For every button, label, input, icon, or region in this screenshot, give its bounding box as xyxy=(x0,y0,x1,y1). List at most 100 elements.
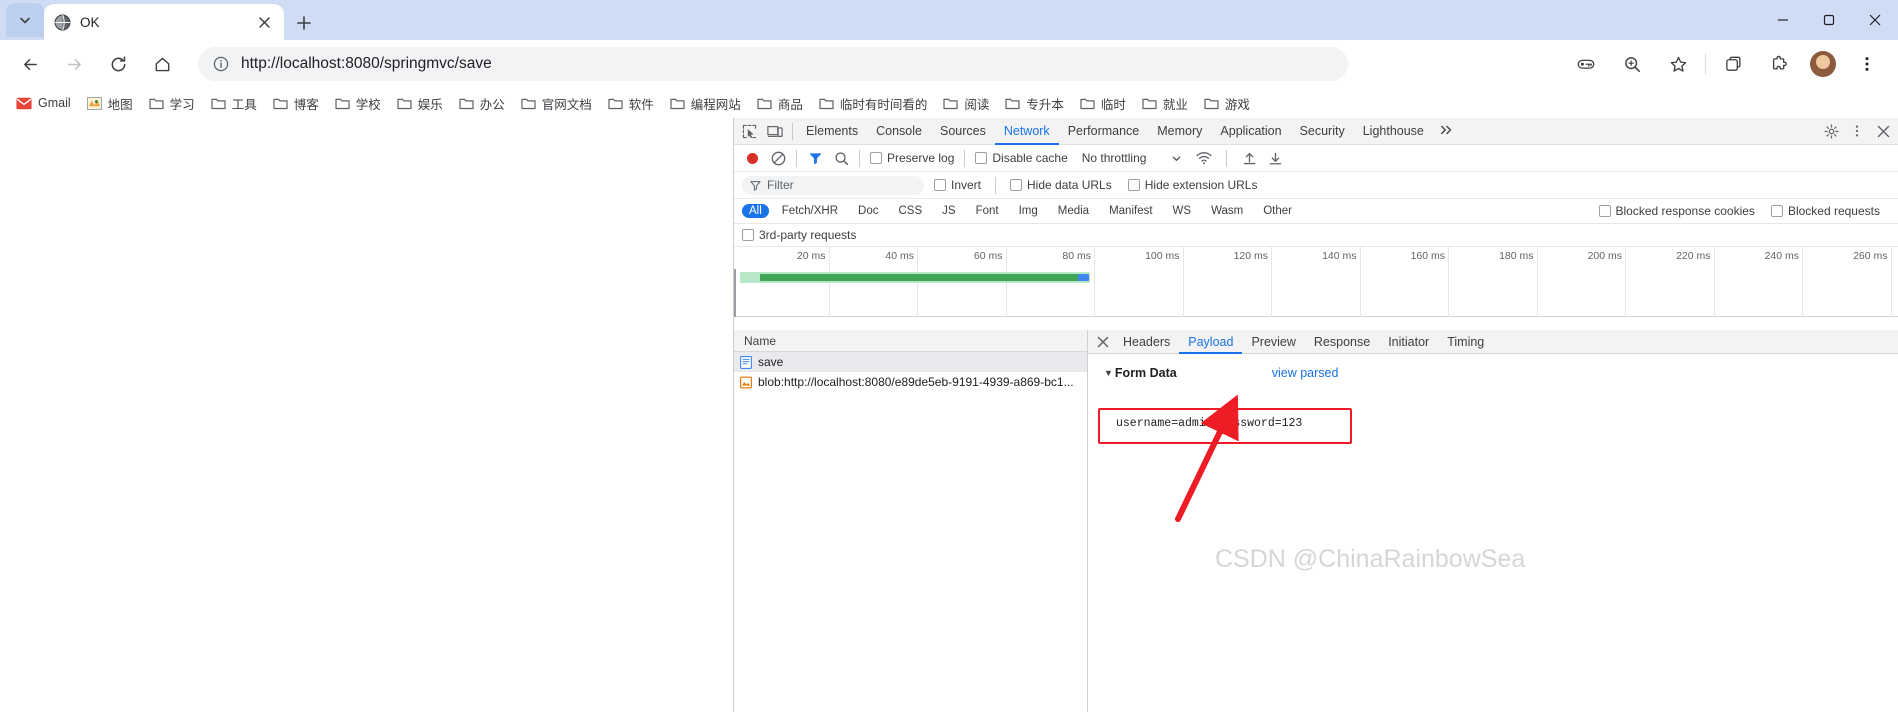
blocked-requests-checkbox[interactable]: Blocked requests xyxy=(1770,204,1880,218)
resource-filter-ws[interactable]: WS xyxy=(1166,204,1199,218)
bookmark-item[interactable]: 商品 xyxy=(749,91,811,115)
disable-cache-checkbox[interactable]: Disable cache xyxy=(975,151,1068,165)
resource-filter-css[interactable]: CSS xyxy=(891,204,929,218)
browser-menu-button[interactable] xyxy=(1850,47,1884,81)
bookmark-star-button[interactable] xyxy=(1661,47,1695,81)
resource-filter-doc[interactable]: Doc xyxy=(851,204,885,218)
bookmark-item[interactable]: 阅读 xyxy=(935,91,997,115)
resource-filter-wasm[interactable]: Wasm xyxy=(1204,204,1250,218)
bookmark-item[interactable]: 工具 xyxy=(203,91,265,115)
hide-extension-urls-checkbox[interactable]: Hide extension URLs xyxy=(1127,178,1257,192)
close-icon[interactable] xyxy=(254,12,274,32)
bookmark-item[interactable]: 临时 xyxy=(1072,91,1134,115)
wifi-network-conditions-icon[interactable] xyxy=(1192,146,1216,170)
resource-filter-all[interactable]: All xyxy=(742,204,769,218)
tab-search-dropdown-button[interactable] xyxy=(6,3,44,37)
form-data-header[interactable]: ▼ Form Data view parsed xyxy=(1096,360,1898,380)
more-tabs-button[interactable] xyxy=(1433,124,1461,139)
download-har-icon[interactable] xyxy=(1263,146,1287,170)
devtools-tab-console[interactable]: Console xyxy=(867,118,931,145)
bookmark-item[interactable]: 学校 xyxy=(327,91,389,115)
record-stop-icon[interactable] xyxy=(740,146,764,170)
bookmark-item[interactable]: 办公 xyxy=(451,91,513,115)
blocked-response-cookies-checkbox[interactable]: Blocked response cookies xyxy=(1598,204,1755,218)
filter-input[interactable]: Filter xyxy=(742,175,924,195)
extensions-button[interactable] xyxy=(1762,47,1796,81)
search-icon[interactable] xyxy=(829,146,853,170)
window-close-button[interactable] xyxy=(1852,0,1898,40)
request-row[interactable]: blob:http://localhost:8080/e89de5eb-9191… xyxy=(734,372,1087,392)
bookmark-item[interactable]: Gmail xyxy=(8,91,79,115)
filter-funnel-icon[interactable] xyxy=(803,146,827,170)
folder-icon xyxy=(1080,98,1095,109)
close-detail-icon[interactable] xyxy=(1092,331,1114,353)
bookmark-item[interactable]: 地图 xyxy=(79,91,141,115)
bookmark-item[interactable]: 临时有时间看的 xyxy=(811,91,936,115)
avatar[interactable] xyxy=(1810,51,1836,77)
request-list-header[interactable]: Name xyxy=(734,330,1087,352)
view-parsed-link[interactable]: view parsed xyxy=(1272,366,1339,380)
third-party-requests-checkbox[interactable]: 3rd-party requests xyxy=(742,228,856,242)
resource-filter-other[interactable]: Other xyxy=(1256,204,1299,218)
preserve-log-checkbox[interactable]: Preserve log xyxy=(870,151,954,165)
home-button[interactable] xyxy=(145,47,179,81)
detail-tab-timing[interactable]: Timing xyxy=(1438,330,1493,354)
bookmark-item[interactable]: 就业 xyxy=(1134,91,1196,115)
detail-tab-initiator[interactable]: Initiator xyxy=(1379,330,1438,354)
bookmark-item[interactable]: 游戏 xyxy=(1196,91,1258,115)
gear-icon[interactable] xyxy=(1818,119,1844,143)
invert-label: Invert xyxy=(951,178,982,192)
devtools-tab-performance[interactable]: Performance xyxy=(1059,118,1149,145)
resource-filter-font[interactable]: Font xyxy=(969,204,1006,218)
maximize-button[interactable] xyxy=(1806,0,1852,40)
bookmark-item[interactable]: 软件 xyxy=(600,91,662,115)
minimize-button[interactable] xyxy=(1760,0,1806,40)
devtools-close-icon[interactable] xyxy=(1870,119,1896,143)
devtools-tab-elements[interactable]: Elements xyxy=(797,118,867,145)
throttling-dropdown[interactable]: No throttling xyxy=(1082,151,1183,165)
devtools-tab-security[interactable]: Security xyxy=(1291,118,1354,145)
reload-button[interactable] xyxy=(101,47,135,81)
password-manager-button[interactable] xyxy=(1569,47,1603,81)
devtools-tab-sources[interactable]: Sources xyxy=(931,118,995,145)
browser-tab[interactable]: OK xyxy=(44,4,284,40)
resource-filter-media[interactable]: Media xyxy=(1051,204,1096,218)
new-tab-button[interactable] xyxy=(290,9,318,37)
address-bar[interactable]: http://localhost:8080/springmvc/save xyxy=(198,47,1348,81)
devtools-tab-memory[interactable]: Memory xyxy=(1148,118,1211,145)
resource-filter-fetch-xhr[interactable]: Fetch/XHR xyxy=(775,204,845,218)
devtools-tab-lighthouse[interactable]: Lighthouse xyxy=(1354,118,1433,145)
bookmark-item[interactable]: 娱乐 xyxy=(389,91,451,115)
inspect-element-icon[interactable] xyxy=(736,119,762,143)
devtools-tab-application[interactable]: Application xyxy=(1211,118,1290,145)
clear-no-entry-icon[interactable] xyxy=(766,146,790,170)
device-toolbar-icon[interactable] xyxy=(762,119,788,143)
detail-tab-headers[interactable]: Headers xyxy=(1114,330,1179,354)
bookmark-item[interactable]: 专升本 xyxy=(997,91,1072,115)
upload-har-icon[interactable] xyxy=(1237,146,1261,170)
zoom-button[interactable] xyxy=(1615,47,1649,81)
back-button[interactable] xyxy=(13,47,47,81)
tab-group-button[interactable] xyxy=(1716,47,1750,81)
resource-filter-js[interactable]: JS xyxy=(935,204,962,218)
detail-tab-payload[interactable]: Payload xyxy=(1179,330,1242,354)
triangle-down-icon[interactable]: ▼ xyxy=(1104,368,1113,378)
bookmark-item[interactable]: 编程网站 xyxy=(662,91,749,115)
overview-left-handle[interactable] xyxy=(734,269,736,317)
devtools-tab-network[interactable]: Network xyxy=(995,118,1059,145)
detail-tab-preview[interactable]: Preview xyxy=(1242,330,1304,354)
page-info-icon[interactable] xyxy=(212,55,230,73)
bookmark-item[interactable]: 博客 xyxy=(265,91,327,115)
resource-filter-img[interactable]: Img xyxy=(1012,204,1045,218)
request-row[interactable]: save xyxy=(734,352,1087,372)
hide-data-urls-checkbox[interactable]: Hide data URLs xyxy=(1010,178,1112,192)
bookmark-item[interactable]: 学习 xyxy=(141,91,203,115)
forward-button[interactable] xyxy=(57,47,91,81)
invert-checkbox[interactable]: Invert xyxy=(934,178,981,192)
detail-tab-response[interactable]: Response xyxy=(1305,330,1379,354)
devtools-menu-icon[interactable] xyxy=(1844,119,1870,143)
network-overview-timeline[interactable]: 20 ms 40 ms 60 ms 80 ms 100 ms 120 ms 140 ms 16… xyxy=(734,247,1898,317)
resource-filter-manifest[interactable]: Manifest xyxy=(1102,204,1159,218)
form-data-raw-value: username=admin&password=123 xyxy=(1116,417,1303,430)
bookmark-item[interactable]: 官网文档 xyxy=(513,91,600,115)
